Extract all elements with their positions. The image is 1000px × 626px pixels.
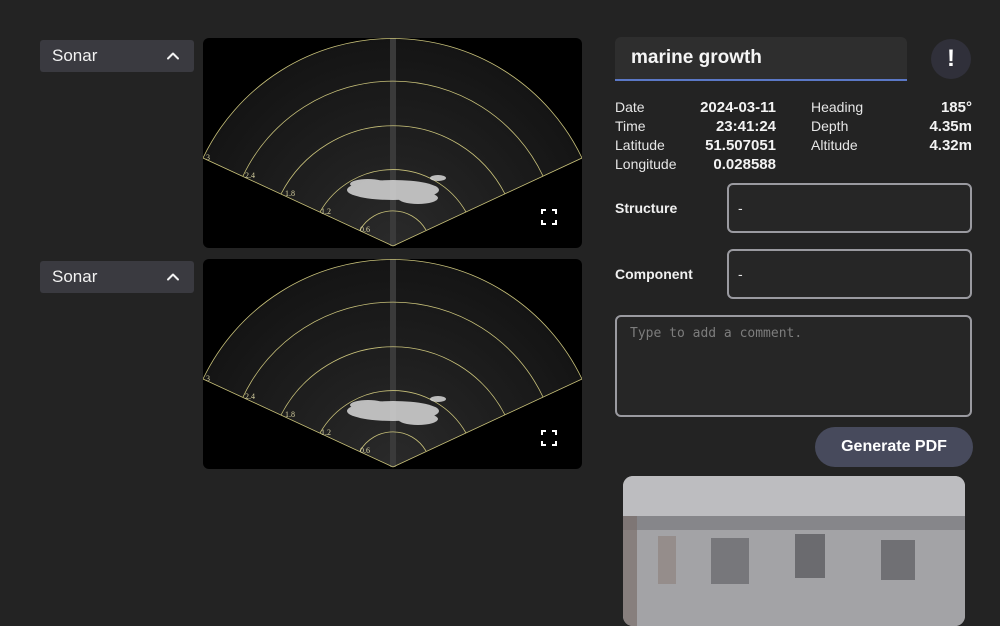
sonar-view-2[interactable]: 3 2.4 1.8 1.2 0.6	[203, 259, 582, 469]
range-label-1-2: 1.2	[321, 207, 331, 216]
range-label-3: 3	[206, 374, 210, 383]
sonar-dropdown-2[interactable]: Sonar	[40, 261, 194, 293]
heading-label: Heading	[811, 99, 864, 115]
date-label: Date	[615, 99, 645, 115]
range-label-2-4: 2.4	[245, 392, 255, 401]
exclamation-icon: !	[947, 45, 955, 72]
structure-select[interactable]: -	[727, 183, 972, 233]
fullscreen-icon[interactable]	[540, 208, 558, 226]
time-label: Time	[615, 118, 646, 134]
range-label-3: 3	[206, 153, 210, 162]
component-label: Component	[615, 266, 693, 282]
inspection-photo	[623, 476, 965, 626]
depth-label: Depth	[811, 118, 849, 134]
range-label-2-4: 2.4	[245, 171, 255, 180]
longitude-label: Longitude	[615, 156, 677, 172]
generate-pdf-button[interactable]: Generate PDF	[815, 427, 973, 467]
chevron-up-icon	[167, 273, 179, 281]
latitude-label: Latitude	[615, 137, 665, 153]
depth-value: 4.35m	[929, 118, 972, 135]
structure-value: -	[738, 200, 743, 216]
altitude-value: 4.32m	[929, 137, 972, 154]
photo-image	[623, 476, 965, 626]
longitude-value: 0.028588	[713, 156, 776, 173]
range-label-0-6: 0.6	[360, 446, 370, 455]
range-label-1-8: 1.8	[285, 410, 295, 419]
date-value: 2024-03-11	[700, 99, 776, 116]
component-select[interactable]: -	[727, 249, 972, 299]
sonar-fan-image: 3 2.4 1.8 1.2 0.6	[203, 259, 582, 468]
inspection-title-input[interactable]	[615, 37, 907, 81]
dropdown-label: Sonar	[52, 267, 98, 286]
sonar-fan-image: 3 2.4 1.8 1.2 0.6	[203, 38, 582, 247]
range-label-0-6: 0.6	[360, 225, 370, 234]
range-label-1-2: 1.2	[321, 428, 331, 437]
sonar-view-1[interactable]: 3 2.4 1.8 1.2 0.6	[203, 38, 582, 248]
alert-button[interactable]: !	[931, 39, 971, 79]
structure-label: Structure	[615, 200, 678, 216]
comment-textarea[interactable]	[615, 315, 972, 417]
heading-value: 185°	[940, 99, 972, 116]
chevron-up-icon	[167, 52, 179, 60]
range-label-1-8: 1.8	[285, 189, 295, 198]
sonar-dropdown-1[interactable]: Sonar	[40, 40, 194, 72]
latitude-value: 51.507051	[705, 137, 776, 154]
component-value: -	[738, 266, 743, 282]
dropdown-label: Sonar	[52, 46, 98, 65]
altitude-label: Altitude	[811, 137, 858, 153]
fullscreen-icon[interactable]	[540, 429, 558, 447]
time-value: 23:41:24	[715, 118, 776, 135]
